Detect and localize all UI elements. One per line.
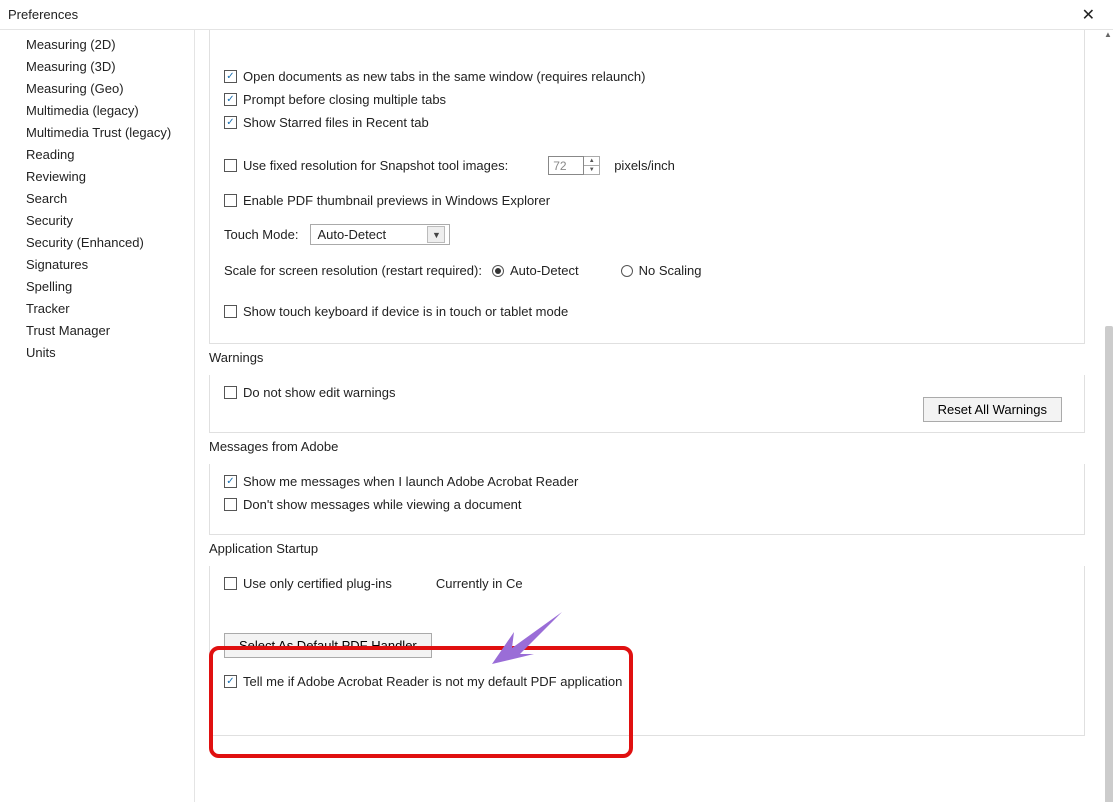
sidebar-item[interactable]: Search [26, 188, 194, 210]
sidebar-item[interactable]: Multimedia Trust (legacy) [26, 122, 194, 144]
titlebar: Preferences ✕ [0, 0, 1113, 30]
scale-auto-radio[interactable] [492, 265, 504, 277]
sidebar-item[interactable]: Trust Manager [26, 320, 194, 342]
touch-mode-label: Touch Mode: [224, 227, 298, 242]
window-title: Preferences [8, 7, 78, 22]
sidebar-item[interactable]: Security [26, 210, 194, 232]
startup-title: Application Startup [209, 541, 1085, 556]
fixed-resolution-unit: pixels/inch [614, 158, 675, 173]
sidebar-item[interactable]: Measuring (2D) [26, 34, 194, 56]
open-tabs-checkbox[interactable] [224, 70, 237, 83]
spinner-down-icon[interactable]: ▼ [584, 166, 599, 174]
fixed-resolution-spinner[interactable]: ▲▼ [584, 156, 600, 175]
tell-me-default-checkbox[interactable] [224, 675, 237, 688]
scroll-up-icon[interactable]: ▲ [1103, 30, 1113, 44]
messages-title: Messages from Adobe [209, 439, 1085, 454]
reset-all-warnings-button[interactable]: Reset All Warnings [923, 397, 1062, 422]
show-starred-label: Show Starred files in Recent tab [243, 115, 429, 130]
scale-label: Scale for screen resolution (restart req… [224, 263, 482, 278]
close-button[interactable]: ✕ [1076, 3, 1101, 27]
show-launch-messages-label: Show me messages when I launch Adobe Acr… [243, 474, 578, 489]
pdf-thumbnail-checkbox[interactable] [224, 194, 237, 207]
window-body: Measuring (2D) Measuring (3D) Measuring … [0, 30, 1113, 802]
sidebar-item[interactable]: Measuring (3D) [26, 56, 194, 78]
sidebar-item[interactable]: Units [26, 342, 194, 364]
fixed-resolution-label: Use fixed resolution for Snapshot tool i… [243, 158, 508, 173]
sidebar-item[interactable]: Signatures [26, 254, 194, 276]
sidebar-item[interactable]: Reviewing [26, 166, 194, 188]
warnings-section: Warnings Do not show edit warnings Reset… [209, 358, 1085, 433]
dont-show-viewing-label: Don't show messages while viewing a docu… [243, 497, 522, 512]
scale-none-label: No Scaling [639, 263, 702, 278]
show-launch-messages-checkbox[interactable] [224, 475, 237, 488]
scrollbar-thumb[interactable] [1105, 326, 1113, 802]
content-pane: ▲ Open documents as new tabs in the same… [195, 30, 1113, 802]
warnings-title: Warnings [209, 350, 1085, 365]
touch-keyboard-checkbox[interactable] [224, 305, 237, 318]
certified-status: Currently in Ce [436, 576, 523, 591]
touch-mode-value: Auto-Detect [317, 227, 386, 242]
scale-none-radio[interactable] [621, 265, 633, 277]
dont-show-viewing-checkbox[interactable] [224, 498, 237, 511]
category-sidebar: Measuring (2D) Measuring (3D) Measuring … [0, 30, 195, 802]
sidebar-item[interactable]: Reading [26, 144, 194, 166]
sidebar-item[interactable]: Measuring (Geo) [26, 78, 194, 100]
show-starred-checkbox[interactable] [224, 116, 237, 129]
startup-section: Application Startup Use only certified p… [209, 549, 1085, 736]
fixed-resolution-checkbox[interactable] [224, 159, 237, 172]
fixed-resolution-input[interactable]: 72 [548, 156, 584, 175]
prompt-close-label: Prompt before closing multiple tabs [243, 92, 446, 107]
spinner-up-icon[interactable]: ▲ [584, 157, 599, 166]
messages-section: Messages from Adobe Show me messages whe… [209, 447, 1085, 535]
certified-plugins-checkbox[interactable] [224, 577, 237, 590]
certified-plugins-label: Use only certified plug-ins [243, 576, 392, 591]
no-edit-warnings-checkbox[interactable] [224, 386, 237, 399]
pdf-thumbnail-label: Enable PDF thumbnail previews in Windows… [243, 193, 550, 208]
scale-auto-label: Auto-Detect [510, 263, 579, 278]
basic-tools-group: Open documents as new tabs in the same w… [209, 30, 1085, 344]
sidebar-item[interactable]: Security (Enhanced) [26, 232, 194, 254]
sidebar-item[interactable]: Spelling [26, 276, 194, 298]
sidebar-item[interactable]: Multimedia (legacy) [26, 100, 194, 122]
sidebar-item[interactable]: Tracker [26, 298, 194, 320]
no-edit-warnings-label: Do not show edit warnings [243, 385, 395, 400]
prompt-close-checkbox[interactable] [224, 93, 237, 106]
tell-me-default-label: Tell me if Adobe Acrobat Reader is not m… [243, 674, 622, 689]
touch-keyboard-label: Show touch keyboard if device is in touc… [243, 304, 568, 319]
select-default-handler-button[interactable]: Select As Default PDF Handler [224, 633, 432, 658]
touch-mode-select[interactable]: Auto-Detect ▼ [310, 224, 450, 245]
open-tabs-label: Open documents as new tabs in the same w… [243, 69, 646, 84]
preferences-window: Preferences ✕ Measuring (2D) Measuring (… [0, 0, 1113, 802]
chevron-down-icon: ▼ [427, 226, 445, 243]
